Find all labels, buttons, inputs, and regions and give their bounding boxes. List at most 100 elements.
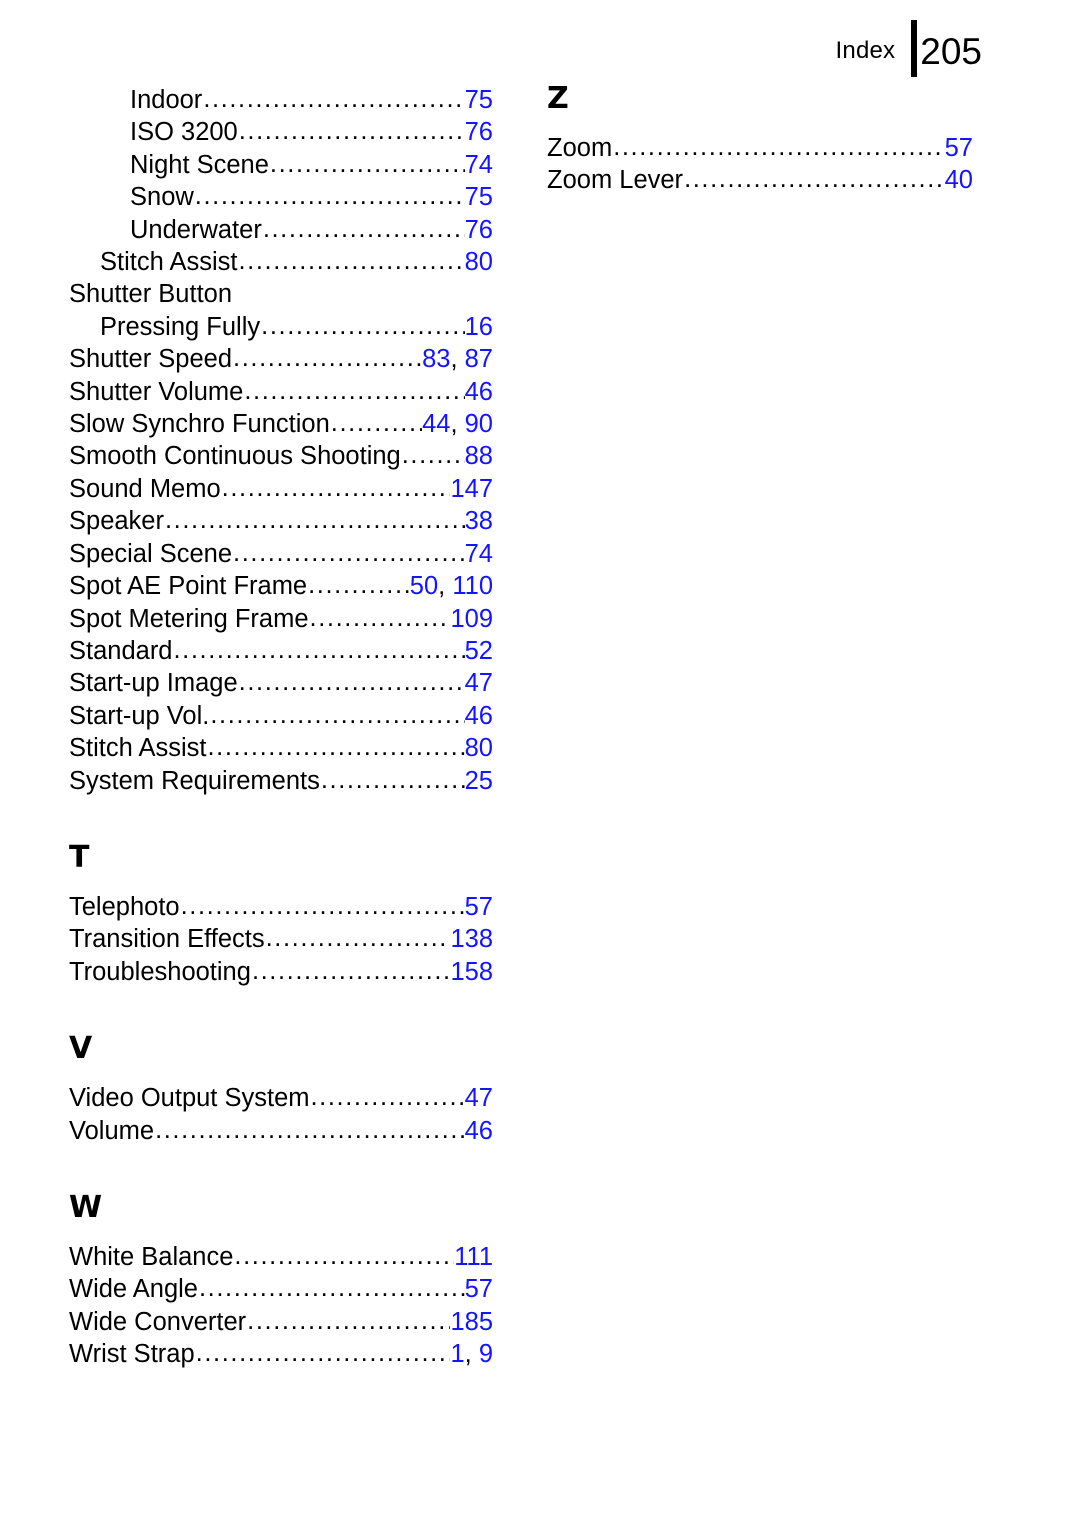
- page-reference[interactable]: 25: [465, 767, 493, 795]
- page-reference[interactable]: 138: [450, 925, 493, 953]
- index-entry-page-numbers[interactable]: 75: [465, 84, 493, 116]
- page-reference[interactable]: 9: [479, 1340, 493, 1368]
- index-entry-page-numbers[interactable]: 76: [465, 214, 493, 246]
- page-reference[interactable]: 75: [465, 183, 493, 211]
- index-entry[interactable]: Start-up Image..........................…: [69, 667, 493, 699]
- index-entry[interactable]: Pressing Fully..........................…: [69, 311, 493, 343]
- page-reference[interactable]: 74: [465, 540, 493, 568]
- index-entry[interactable]: System Requirements.....................…: [69, 765, 493, 797]
- page-reference[interactable]: 76: [465, 118, 493, 146]
- index-entry[interactable]: Shutter Button: [69, 278, 493, 310]
- index-entry-page-numbers[interactable]: 74: [465, 538, 493, 570]
- index-entry[interactable]: Stitch Assist...........................…: [69, 246, 493, 278]
- index-entry-page-numbers[interactable]: 50, 110: [410, 570, 493, 602]
- page-reference[interactable]: 50: [410, 572, 438, 600]
- index-entry-page-numbers[interactable]: 185: [450, 1306, 493, 1338]
- index-entry[interactable]: Video Output System.....................…: [69, 1082, 493, 1114]
- page-reference[interactable]: 80: [465, 248, 493, 276]
- index-entry-page-numbers[interactable]: 40: [945, 164, 973, 196]
- index-entry-page-numbers[interactable]: 76: [465, 116, 493, 148]
- page-reference[interactable]: 46: [465, 378, 493, 406]
- index-entry-page-numbers[interactable]: 47: [465, 1082, 493, 1114]
- index-entry-page-numbers[interactable]: 138: [450, 923, 493, 955]
- index-entry[interactable]: Start-up Vol............................…: [69, 700, 493, 732]
- index-entry[interactable]: Wrist Strap.............................…: [69, 1338, 493, 1370]
- page-reference[interactable]: 57: [945, 134, 973, 162]
- index-entry[interactable]: Spot AE Point Frame.....................…: [69, 570, 493, 602]
- index-entry-page-numbers[interactable]: 25: [465, 765, 493, 797]
- page-reference[interactable]: 185: [450, 1308, 493, 1336]
- index-entry[interactable]: Snow....................................…: [69, 181, 493, 213]
- index-entry-page-numbers[interactable]: 147: [450, 473, 493, 505]
- index-entry[interactable]: Volume..................................…: [69, 1115, 493, 1147]
- index-entry-page-numbers[interactable]: 16: [465, 311, 493, 343]
- page-reference[interactable]: 57: [465, 893, 493, 921]
- page-reference[interactable]: 47: [465, 1084, 493, 1112]
- page-reference[interactable]: 40: [945, 166, 973, 194]
- page-reference[interactable]: 76: [465, 216, 493, 244]
- index-entry[interactable]: Speaker.................................…: [69, 505, 493, 537]
- index-entry-page-numbers[interactable]: 80: [465, 732, 493, 764]
- index-entry-page-numbers[interactable]: 44, 90: [422, 408, 493, 440]
- page-reference[interactable]: 80: [465, 734, 493, 762]
- page-reference[interactable]: 88: [465, 442, 493, 470]
- index-entry[interactable]: Standard................................…: [69, 635, 493, 667]
- page-reference[interactable]: 46: [465, 702, 493, 730]
- index-entry-page-numbers[interactable]: 80: [465, 246, 493, 278]
- page-reference[interactable]: 147: [450, 475, 493, 503]
- index-entry[interactable]: Wide Converter..........................…: [69, 1306, 493, 1338]
- index-entry[interactable]: Underwater..............................…: [69, 214, 493, 246]
- page-reference[interactable]: 74: [465, 151, 493, 179]
- page-reference[interactable]: 57: [465, 1275, 493, 1303]
- page-reference[interactable]: 38: [465, 507, 493, 535]
- page-reference[interactable]: 47: [465, 669, 493, 697]
- page-reference[interactable]: 16: [465, 313, 493, 341]
- index-entry[interactable]: Sound Memo..............................…: [69, 473, 493, 505]
- index-entry-page-numbers[interactable]: 111: [454, 1241, 493, 1273]
- index-entry[interactable]: Spot Metering Frame.....................…: [69, 603, 493, 635]
- index-entry[interactable]: Special Scene...........................…: [69, 538, 493, 570]
- index-entry[interactable]: Indoor..................................…: [69, 84, 493, 116]
- page-reference[interactable]: 46: [465, 1117, 493, 1145]
- index-entry[interactable]: Smooth Continuous Shooting..............…: [69, 440, 493, 472]
- index-entry-page-numbers[interactable]: 38: [465, 505, 493, 537]
- index-entry[interactable]: White Balance...........................…: [69, 1241, 493, 1273]
- page-reference[interactable]: 111: [454, 1243, 493, 1271]
- index-entry[interactable]: Slow Synchro Function...................…: [69, 408, 493, 440]
- index-entry-page-numbers[interactable]: 83, 87: [422, 343, 493, 375]
- index-entry[interactable]: Zoom Lever..............................…: [547, 164, 973, 196]
- page-reference[interactable]: 75: [465, 86, 493, 114]
- page-reference[interactable]: 44: [422, 410, 450, 438]
- index-entry-page-numbers[interactable]: 57: [465, 891, 493, 923]
- index-entry-page-numbers[interactable]: 46: [465, 376, 493, 408]
- index-entry-page-numbers[interactable]: 88: [465, 440, 493, 472]
- index-entry-page-numbers[interactable]: 74: [465, 149, 493, 181]
- index-entry-page-numbers[interactable]: 57: [465, 1273, 493, 1305]
- page-reference[interactable]: 110: [452, 572, 493, 600]
- index-entry[interactable]: Night Scene.............................…: [69, 149, 493, 181]
- page-reference[interactable]: 109: [450, 605, 493, 633]
- index-entry-page-numbers[interactable]: 109: [450, 603, 493, 635]
- index-entry[interactable]: Wide Angle..............................…: [69, 1273, 493, 1305]
- index-entry-page-numbers[interactable]: 75: [465, 181, 493, 213]
- index-entry-page-numbers[interactable]: 47: [465, 667, 493, 699]
- index-entry-page-numbers[interactable]: 52: [465, 635, 493, 667]
- index-entry[interactable]: ISO 3200................................…: [69, 116, 493, 148]
- page-reference[interactable]: 52: [465, 637, 493, 665]
- page-reference[interactable]: 90: [465, 410, 493, 438]
- index-entry-page-numbers[interactable]: 46: [465, 1115, 493, 1147]
- page-reference[interactable]: 158: [450, 958, 493, 986]
- index-entry[interactable]: Transition Effects......................…: [69, 923, 493, 955]
- page-reference[interactable]: 87: [465, 345, 493, 373]
- index-entry[interactable]: Zoom....................................…: [547, 132, 973, 164]
- index-entry[interactable]: Troubleshooting.........................…: [69, 956, 493, 988]
- index-entry[interactable]: Stitch Assist...........................…: [69, 732, 493, 764]
- index-entry[interactable]: Shutter Volume..........................…: [69, 376, 493, 408]
- index-entry-page-numbers[interactable]: 57: [945, 132, 973, 164]
- page-reference[interactable]: 83: [422, 345, 450, 373]
- page-reference[interactable]: 1: [450, 1340, 464, 1368]
- index-entry[interactable]: Shutter Speed...........................…: [69, 343, 493, 375]
- index-entry-page-numbers[interactable]: 46: [465, 700, 493, 732]
- index-entry[interactable]: Telephoto...............................…: [69, 891, 493, 923]
- index-entry-page-numbers[interactable]: 1, 9: [450, 1338, 493, 1370]
